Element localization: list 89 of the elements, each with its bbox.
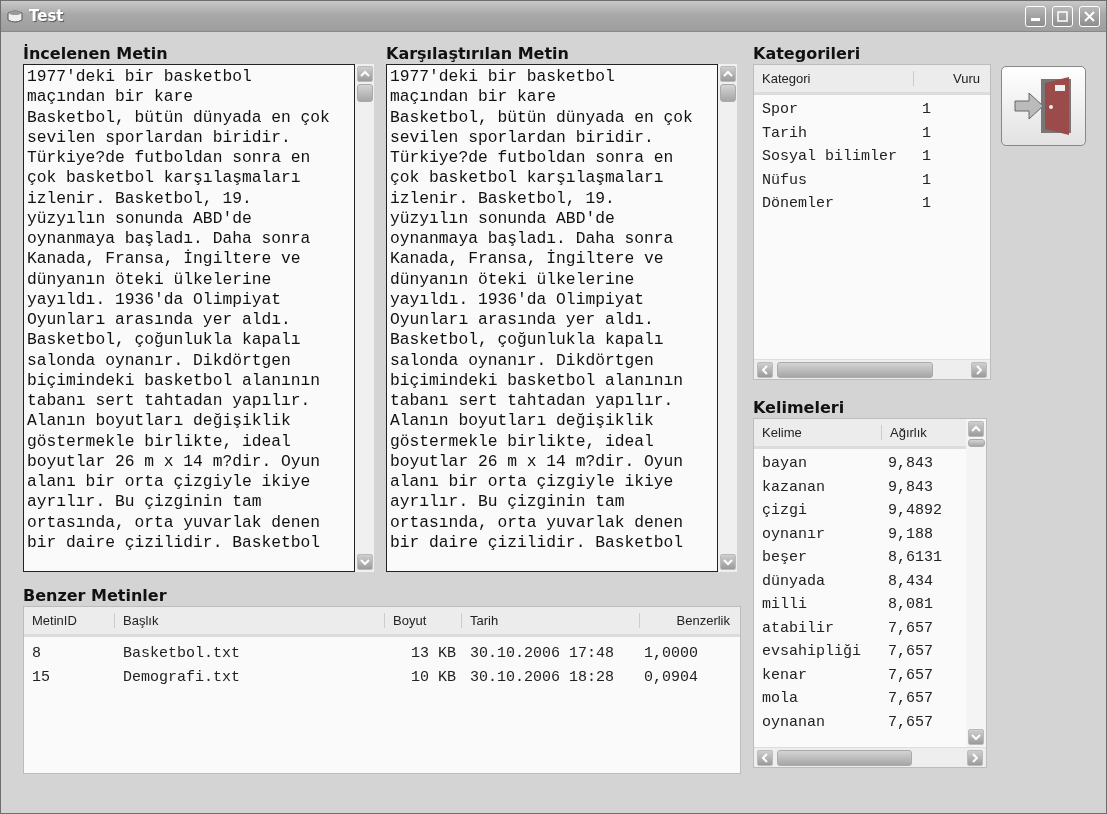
scroll-right-button[interactable]	[967, 749, 983, 766]
scroll-up-button[interactable]	[719, 66, 736, 82]
scroll-thumb[interactable]	[777, 361, 933, 378]
table-cell-text: oynanır	[761, 525, 826, 543]
vertical-scrollbar[interactable]	[355, 64, 374, 572]
table-cell-text: 7,657	[887, 619, 934, 637]
scroll-down-button[interactable]	[968, 729, 984, 745]
table-cell-text: çizgi	[761, 502, 808, 520]
section-title: Kelimeleri	[753, 397, 846, 418]
section-title: Benzer Metinler	[23, 585, 168, 606]
scroll-thumb[interactable]	[719, 84, 736, 102]
table-cell-text: 1	[921, 171, 932, 189]
table-cell-text: 8,6131	[887, 549, 943, 567]
table-cell-text: atabilir	[761, 619, 835, 637]
maximize-icon	[1057, 10, 1068, 22]
scroll-thumb[interactable]	[356, 84, 373, 102]
table-cell-text: dünyada	[761, 572, 826, 590]
table-cell-text: Nüfus	[761, 171, 808, 189]
table-cell-text: 30.10.2006 18:28	[469, 668, 616, 686]
table-cell-text: 9,843	[887, 478, 934, 496]
column-header[interactable]: Benzerlik	[640, 613, 738, 628]
table-cell-text: Sosyal bilimler	[761, 148, 899, 166]
scroll-thumb[interactable]	[777, 749, 912, 766]
table-cell-text: Spor	[761, 101, 799, 119]
table-cell-text: Demografi.txt	[122, 668, 242, 686]
close-icon	[1084, 10, 1095, 22]
table-cell-text: 1,0000	[643, 644, 699, 662]
scroll-left-button[interactable]	[757, 361, 773, 378]
column-header[interactable]: Kategori	[754, 71, 914, 86]
scroll-left-button[interactable]	[757, 749, 773, 766]
scroll-down-button[interactable]	[719, 554, 736, 570]
vertical-scrollbar[interactable]	[966, 419, 986, 747]
table-cell-text: 7,657	[887, 713, 934, 731]
table-cell-text: 7,657	[887, 643, 934, 661]
section-title: Kategorileri	[753, 43, 862, 64]
table-cell-text: 9,843	[887, 455, 934, 473]
table-cell-text: 1	[921, 195, 932, 213]
table-cell-text: 7,657	[887, 690, 934, 708]
table-cell-text: 8,434	[887, 572, 934, 590]
table-cell-text: kenar	[761, 666, 808, 684]
table-cell-text: Tarih	[761, 124, 808, 142]
maximize-button[interactable]	[1052, 5, 1073, 27]
section-title: İncelenen Metin	[23, 43, 169, 64]
table-cell-text: oynanan	[761, 713, 826, 731]
scroll-right-button[interactable]	[971, 361, 987, 378]
minimize-button[interactable]	[1025, 5, 1046, 27]
exit-button[interactable]	[1001, 66, 1086, 146]
table-cell-text: milli	[761, 596, 808, 614]
column-header[interactable]: Tarih	[462, 613, 640, 628]
scroll-down-button[interactable]	[356, 554, 373, 570]
vertical-scrollbar[interactable]	[718, 64, 737, 572]
minimize-icon	[1031, 18, 1040, 21]
table-cell-text: Dönemler	[761, 195, 835, 213]
table-cell-text: beşer	[761, 549, 808, 567]
close-button[interactable]	[1079, 5, 1100, 27]
horizontal-scrollbar[interactable]	[754, 747, 986, 767]
table-cell-text: bayan	[761, 455, 808, 473]
table-cell-text: evsahipliği	[761, 643, 863, 661]
table-cell-text: 8	[31, 644, 42, 662]
column-header[interactable]: Vuru	[914, 71, 988, 86]
section-title: Karşılaştırılan Metin	[386, 43, 570, 64]
table-cell-text: 0,0904	[643, 668, 699, 686]
table-cell-text: 1	[921, 101, 932, 119]
app-icon	[7, 9, 23, 23]
column-header[interactable]: Boyut	[385, 613, 462, 628]
table-cell-text: 15	[31, 668, 51, 686]
table-cell-text: 10 KB	[410, 668, 457, 686]
table-cell-text: 13 KB	[410, 644, 457, 662]
table-cell-text: Basketbol.txt	[122, 644, 242, 662]
table-cell-text: 7,657	[887, 666, 934, 684]
table-cell-text: mola	[761, 690, 799, 708]
column-header[interactable]: Başlık	[115, 613, 385, 628]
window-title: Test	[29, 7, 65, 25]
horizontal-scrollbar[interactable]	[754, 359, 990, 379]
table-cell-text: 9,4892	[887, 502, 943, 520]
table-cell-text: kazanan	[761, 478, 826, 496]
column-header[interactable]: Kelime	[754, 425, 882, 440]
table-cell-text: 30.10.2006 17:48	[469, 644, 616, 662]
scroll-thumb[interactable]	[967, 439, 985, 447]
table-cell-text: 1	[921, 124, 932, 142]
column-header[interactable]: MetinID	[24, 613, 115, 628]
scroll-up-button[interactable]	[968, 421, 984, 437]
text-field[interactable]: 1977'deki bir basketbol maçından bir kare Basketbol, bütün dünyada en çok sevilen sporlardan biridir. Türkiye?de futboldan sonra en çok basketbol karşılaşmaları izlenir. Basketbol, 19. yüzyılın sonunda ABD'de oynanmaya başladı. Daha sonra Kanada, Fransa, İngiltere ve dünyanın öteki ülkelerine yayıldı. 1936'da Olimpiyat Oyunları arasında yer aldı. Basketbol, çoğunlukla kapalı salonda oynanır. Dikdörtgen biçimindeki basketbol alanının tabanı sert tahtadan yapılır. Alanın boyutları değişiklik göstermekle birlikte, ideal boyutlar 26 m x 14 m?dir. Oyun alanı bir orta çizgiyle ikiye ayrılır. Bu çizginin tam ortasında, orta yuvarlak denen bir daire çizilidir. Basketbol	[23, 64, 355, 572]
scroll-up-button[interactable]	[356, 66, 373, 82]
column-header[interactable]: Ağırlık	[882, 425, 966, 440]
table-cell-text: 8,081	[887, 596, 934, 614]
text-field[interactable]: 1977'deki bir basketbol maçından bir kare Basketbol, bütün dünyada en çok sevilen sporlardan biridir. Türkiye?de futboldan sonra en çok basketbol karşılaşmaları izlenir. Basketbol, 19. yüzyılın sonunda ABD'de oynanmaya başladı. Daha sonra Kanada, Fransa, İngiltere ve dünyanın öteki ülkelerine yayıldı. 1936'da Olimpiyat Oyunları arasında yer aldı. Basketbol, çoğunlukla kapalı salonda oynanır. Dikdörtgen biçimindeki basketbol alanının tabanı sert tahtadan yapılır. Alanın boyutları değişiklik göstermekle birlikte, ideal boyutlar 26 m x 14 m?dir. Oyun alanı bir orta çizgiyle ikiye ayrılır. Bu çizginin tam ortasında, orta yuvarlak denen bir daire çizilidir. Basketbol	[386, 64, 718, 572]
table-cell-text: 1	[921, 148, 932, 166]
table-cell-text: 9,188	[887, 525, 934, 543]
